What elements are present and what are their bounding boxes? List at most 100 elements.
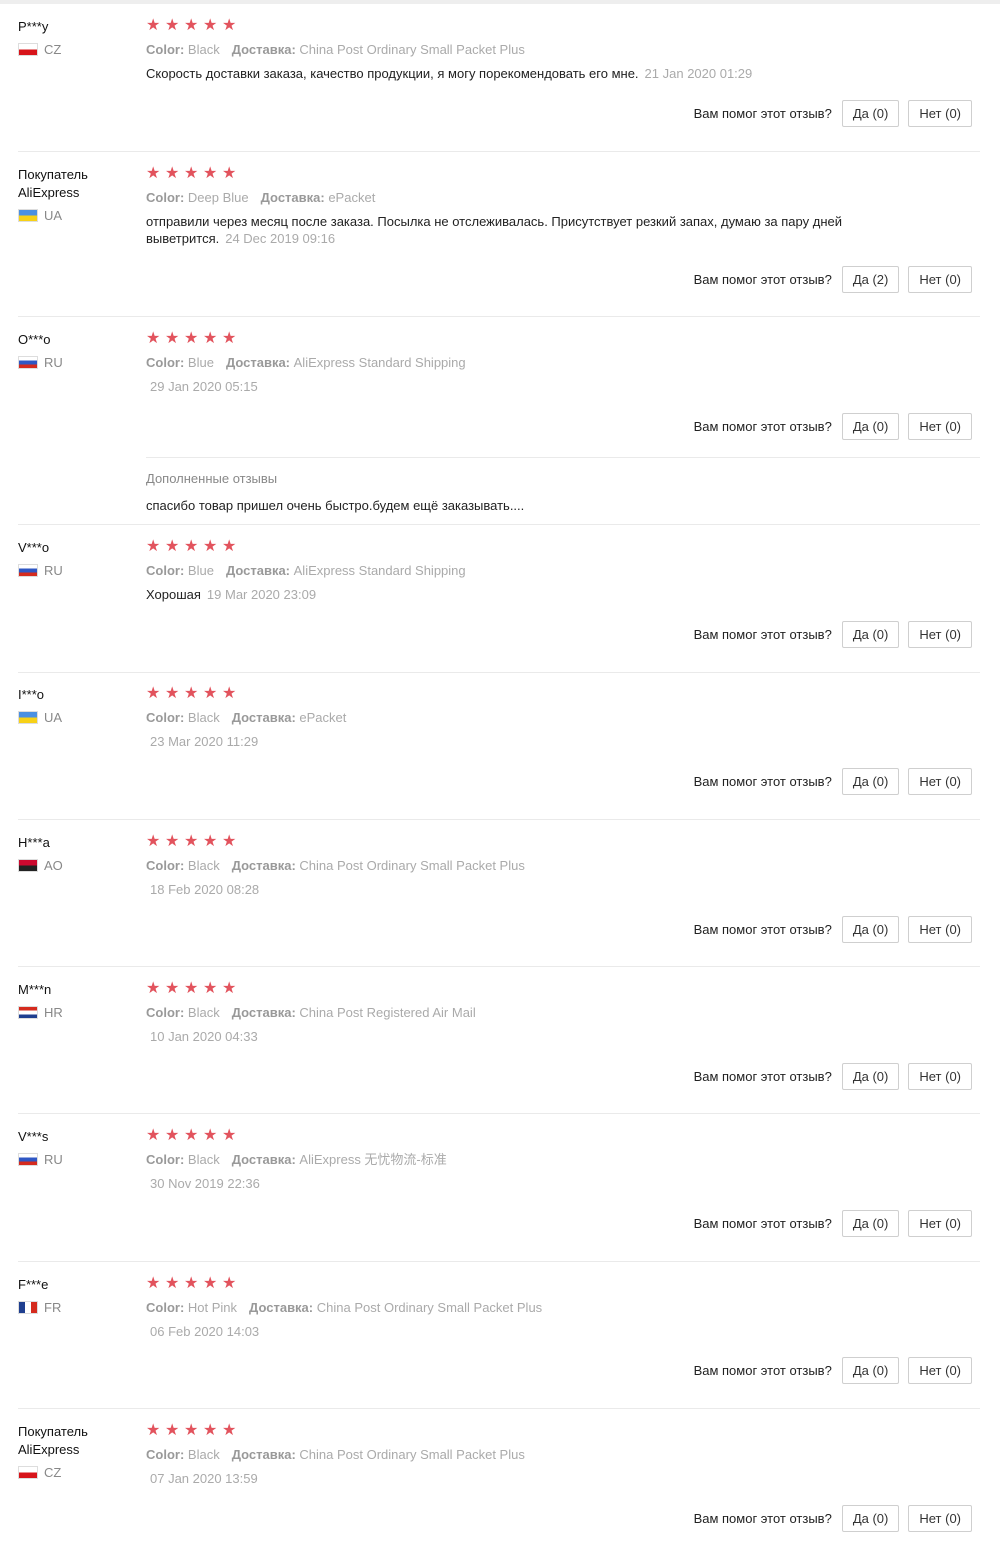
helpful-yes-button[interactable]: Да (0) (841, 621, 900, 648)
star-icon: ★ (146, 1275, 161, 1292)
star-icon: ★ (146, 330, 161, 347)
color-value: Black (187, 1005, 220, 1020)
reviewer-name: V***o (18, 540, 50, 555)
helpful-no-button[interactable]: Нет (0) (908, 100, 972, 127)
helpful-no-button[interactable]: Нет (0) (908, 916, 972, 943)
star-icon: ★ (222, 1275, 237, 1292)
reviewer-country: RU (18, 563, 133, 578)
star-icon: ★ (203, 1275, 218, 1292)
color-label: Color: (146, 355, 185, 370)
country-code: CZ (44, 42, 62, 57)
country-flag-icon (18, 1006, 38, 1019)
order-info: Color: Blue Доставка: AliExpress Standard… (146, 562, 980, 579)
star-icon: ★ (222, 833, 237, 850)
helpful-yes-button[interactable]: Да (0) (841, 916, 900, 943)
star-icon: ★ (184, 165, 199, 182)
country-flag-icon (18, 1153, 38, 1166)
star-icon: ★ (146, 17, 161, 34)
helpful-no-button[interactable]: Нет (0) (908, 768, 972, 795)
reviewer-country: UA (18, 710, 133, 725)
star-icon: ★ (222, 685, 237, 702)
star-icon: ★ (203, 685, 218, 702)
reviewer-country: FR (18, 1300, 133, 1315)
star-rating: ★ ★ ★ ★ ★ (146, 166, 980, 182)
color-value: Black (187, 42, 220, 57)
star-icon: ★ (222, 17, 237, 34)
color-value: Deep Blue (187, 190, 249, 205)
reviewer-info: I***o UA (18, 686, 133, 725)
shipping-value: AliExpress Standard Shipping (293, 563, 466, 578)
review-date: 07 Jan 2020 13:59 (150, 1471, 258, 1486)
reviewer-info: P***y CZ (18, 18, 133, 57)
star-icon: ★ (222, 980, 237, 997)
country-code: UA (44, 208, 63, 223)
helpful-yes-button[interactable]: Да (0) (841, 100, 900, 127)
star-icon: ★ (165, 980, 180, 997)
color-label: Color: (146, 1447, 185, 1462)
country-code: CZ (44, 1465, 62, 1480)
reviewer-country: CZ (18, 1465, 133, 1480)
helpful-no-button[interactable]: Нет (0) (908, 413, 972, 440)
color-label: Color: (146, 710, 185, 725)
country-code: RU (44, 563, 63, 578)
review-date: 24 Dec 2019 09:16 (225, 231, 336, 246)
helpful-no-button[interactable]: Нет (0) (908, 1357, 972, 1384)
helpful-yes-button[interactable]: Да (0) (841, 1357, 900, 1384)
helpful-vote: Вам помог этот отзыв? Да (0) Нет (0) (694, 1210, 972, 1237)
color-label: Color: (146, 190, 185, 205)
star-icon: ★ (203, 1422, 218, 1439)
color-label: Color: (146, 1300, 185, 1315)
helpful-yes-button[interactable]: Да (0) (841, 768, 900, 795)
star-icon: ★ (146, 980, 161, 997)
star-icon: ★ (146, 165, 161, 182)
star-icon: ★ (165, 685, 180, 702)
reviewer-info: F***e FR (18, 1276, 133, 1315)
reviewer-country: CZ (18, 42, 133, 57)
review-divider (18, 1113, 980, 1114)
star-icon: ★ (222, 538, 237, 555)
reviewer-name: H***a (18, 835, 50, 850)
helpful-vote: Вам помог этот отзыв? Да (0) Нет (0) (694, 1357, 972, 1384)
star-rating: ★ ★ ★ ★ ★ (146, 1276, 980, 1292)
review-text: 07 Jan 2020 13:59 (146, 1470, 866, 1487)
review-text: 10 Jan 2020 04:33 (146, 1028, 866, 1045)
star-icon: ★ (146, 833, 161, 850)
shipping-label: Доставка: (231, 1447, 296, 1462)
shipping-label: Доставка: (225, 355, 291, 370)
color-value: Blue (187, 355, 214, 370)
review-divider (18, 1261, 980, 1262)
helpful-yes-button[interactable]: Да (0) (841, 1063, 900, 1090)
reviewer-name: F***e (18, 1277, 49, 1292)
shipping-value: China Post Ordinary Small Packet Plus (316, 1300, 543, 1315)
helpful-yes-button[interactable]: Да (0) (841, 1210, 900, 1237)
color-value: Hot Pink (187, 1300, 238, 1315)
helpful-no-button[interactable]: Нет (0) (908, 621, 972, 648)
star-icon: ★ (165, 1127, 180, 1144)
order-info: Color: Black Доставка: China Post Registe… (146, 1004, 980, 1021)
star-rating: ★ ★ ★ ★ ★ (146, 981, 980, 997)
helpful-yes-button[interactable]: Да (0) (841, 1505, 900, 1532)
order-info: Color: Black Доставка: China Post Ordinar… (146, 41, 980, 58)
helpful-question: Вам помог этот отзыв? (693, 922, 832, 937)
shipping-value: ePacket (299, 710, 347, 725)
review-comment: Скорость доставки заказа, качество проду… (146, 66, 639, 81)
helpful-no-button[interactable]: Нет (0) (908, 1063, 972, 1090)
star-icon: ★ (184, 833, 199, 850)
shipping-value: China Post Registered Air Mail (299, 1005, 476, 1020)
country-flag-icon (18, 1301, 38, 1314)
helpful-no-button[interactable]: Нет (0) (908, 1210, 972, 1237)
star-icon: ★ (184, 1275, 199, 1292)
color-value: Black (187, 710, 220, 725)
helpful-question: Вам помог этот отзыв? (693, 1511, 832, 1526)
helpful-yes-button[interactable]: Да (0) (841, 413, 900, 440)
helpful-no-button[interactable]: Нет (0) (908, 1505, 972, 1532)
shipping-label: Доставка: (231, 42, 296, 57)
review-text: Хорошая 19 Mar 2020 23:09 (146, 586, 866, 603)
reviewer-name: Покупатель AliExpress (18, 1424, 88, 1457)
shipping-value: China Post Ordinary Small Packet Plus (299, 1447, 525, 1462)
helpful-yes-button[interactable]: Да (2) (841, 266, 900, 293)
helpful-no-button[interactable]: Нет (0) (908, 266, 972, 293)
star-icon: ★ (203, 165, 218, 182)
review-body: ★ ★ ★ ★ ★ Color: Black Доставка: China Post Re… (146, 981, 980, 1045)
star-rating: ★ ★ ★ ★ ★ (146, 1423, 980, 1439)
